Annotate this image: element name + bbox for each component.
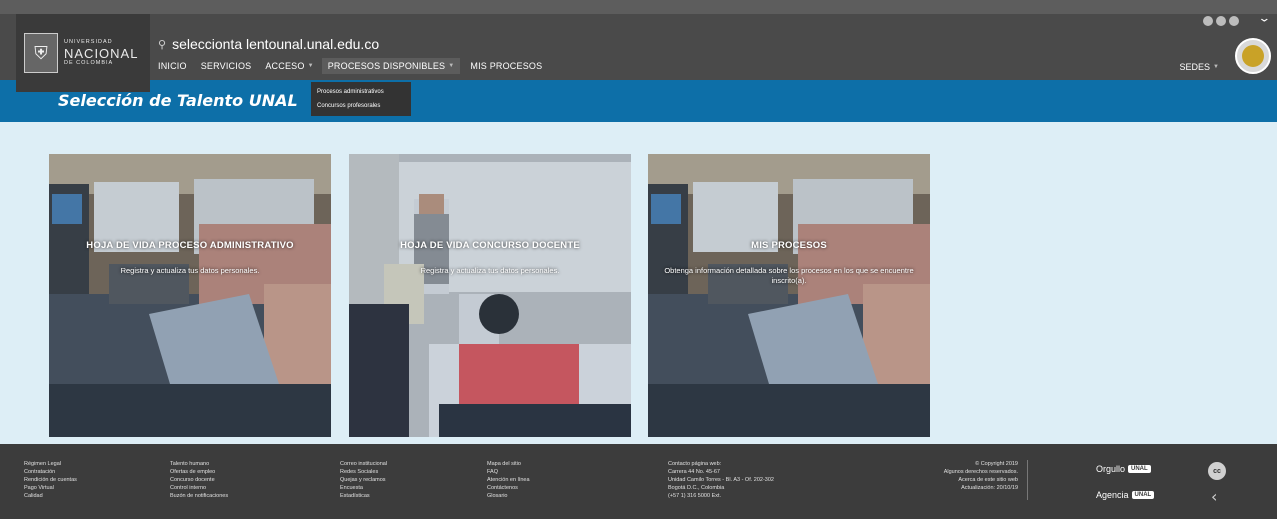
caret-down-icon: ▼: [1213, 64, 1219, 70]
footer-link[interactable]: Glosario: [487, 492, 530, 500]
copyright-line: © Copyright 2019: [975, 461, 1018, 467]
creative-commons-icon[interactable]: cc: [1208, 462, 1226, 480]
card-proceso-administrativo[interactable]: HOJA DE VIDA PROCESO ADMINISTRATIVO Regi…: [49, 154, 331, 437]
nav-item-mis-procesos[interactable]: MIS PROCESOS: [470, 61, 542, 71]
footer-copyright: © Copyright 2019 Algunos derechos reserv…: [940, 460, 1018, 492]
contact-line: Contacto página web:: [668, 461, 722, 467]
card-title: MIS PROCESOS: [751, 240, 827, 251]
footer-link[interactable]: Ofertas de empleo: [170, 468, 228, 476]
footer-link[interactable]: Buzón de notificaciones: [170, 492, 228, 500]
agencia-unal-link[interactable]: Agencia UNAL: [1096, 490, 1155, 500]
dropdown-item-procesos-administrativos[interactable]: Procesos administrativos: [311, 85, 411, 99]
shield-icon: ⛨: [24, 33, 58, 73]
footer-link[interactable]: Control interno: [170, 484, 228, 492]
card-description: Registra y actualiza tus datos personale…: [420, 266, 560, 275]
colombia-coat-of-arms-icon[interactable]: [1235, 38, 1271, 74]
unal-badge: UNAL: [1128, 465, 1151, 473]
header-top-strip: [0, 0, 1277, 14]
footer-link[interactable]: Redes Sociales: [340, 468, 387, 476]
twitter-icon[interactable]: [1216, 16, 1226, 26]
page: ⛨ UNIVERSIDAD NACIONAL DE COLOMBIA ⚲ sel…: [0, 0, 1277, 519]
copyright-line[interactable]: Acerca de este sitio web: [940, 476, 1018, 484]
page-title: Selección de Talento UNAL: [58, 91, 298, 110]
footer-column-2: Talento humano Ofertas de empleo Concurs…: [170, 460, 228, 500]
footer-link[interactable]: Encuesta: [340, 484, 387, 492]
footer-link[interactable]: Mapa del sitio: [487, 460, 530, 468]
nav-item-servicios[interactable]: SERVICIOS: [201, 61, 252, 71]
footer-link[interactable]: Estadísticas: [340, 492, 387, 500]
footer-link[interactable]: Rendición de cuentas: [24, 476, 77, 484]
card-title: HOJA DE VIDA CONCURSO DOCENTE: [400, 240, 580, 251]
site-url-wrap: ⚲ seleccionta lentounal.unal.edu.co: [158, 36, 379, 52]
footer-link[interactable]: Talento humano: [170, 460, 228, 468]
footer-link[interactable]: Concurso docente: [170, 476, 228, 484]
footer-link[interactable]: FAQ: [487, 468, 530, 476]
footer-link[interactable]: Pago Virtual: [24, 484, 77, 492]
dropdown-item-concursos-profesorales[interactable]: Concursos profesorales: [311, 99, 411, 113]
caret-down-icon: ▼: [307, 63, 314, 69]
logo-line-1: UNIVERSIDAD: [64, 39, 113, 45]
footer-contact: Contacto página web: Carrera 44 No. 45-6…: [668, 460, 774, 500]
university-logo[interactable]: ⛨ UNIVERSIDAD NACIONAL DE COLOMBIA: [16, 14, 150, 92]
unal-badge: UNAL: [1131, 491, 1155, 499]
footer-divider: [1027, 460, 1028, 500]
footer-column-1: Régimen Legal Contratación Rendición de …: [24, 460, 77, 500]
location-pin-icon: ⚲: [158, 37, 167, 51]
footer-link[interactable]: Quejas y reclamos: [340, 476, 387, 484]
nav-item-inicio[interactable]: INICIO: [158, 61, 187, 71]
footer-link[interactable]: Régimen Legal: [24, 460, 77, 468]
logo-line-2: NACIONAL: [64, 45, 139, 61]
copyright-line: Actualización: 20/10/19: [961, 485, 1018, 491]
main-nav: INICIO SERVICIOS ACCESO ▼ PROCESOS DISPON…: [158, 58, 556, 74]
card-mis-procesos[interactable]: MIS PROCESOS Obtenga información detalla…: [648, 154, 930, 437]
contact-line: Unidad Camilo Torres - Bl. A3 - Of. 202-…: [668, 477, 774, 483]
footer-column-3: Correo institucional Redes Sociales Quej…: [340, 460, 387, 500]
footer-column-4: Mapa del sitio FAQ Atención en línea Con…: [487, 460, 530, 500]
footer-link[interactable]: Contratación: [24, 468, 77, 476]
contact-line: (+57 1) 316 5000 Ext.: [668, 493, 722, 499]
site-url[interactable]: seleccionta lentounal.unal.edu.co: [172, 36, 379, 52]
footer-link[interactable]: Contáctenos: [487, 484, 530, 492]
caret-down-icon: ▼: [448, 63, 455, 69]
facebook-icon[interactable]: [1203, 16, 1213, 26]
back-arrow-icon[interactable]: ‹: [1211, 487, 1217, 506]
card-concurso-docente[interactable]: HOJA DE VIDA CONCURSO DOCENTE Registra y…: [349, 154, 631, 437]
card-description: Registra y actualiza tus datos personale…: [120, 266, 260, 275]
social-icons: [1200, 16, 1239, 26]
footer-link[interactable]: Atención en línea: [487, 476, 530, 484]
contact-line: Bogotá D.C., Colombia: [668, 485, 725, 491]
logo-line-3: DE COLOMBIA: [64, 59, 114, 66]
footer-link[interactable]: Calidad: [24, 492, 77, 500]
card-title: HOJA DE VIDA PROCESO ADMINISTRATIVO: [86, 240, 294, 251]
sedes-menu[interactable]: SEDES ▼: [1180, 62, 1219, 72]
footer-link[interactable]: Correo institucional: [340, 460, 387, 468]
copyright-line: Algunos derechos reservados.: [943, 469, 1018, 475]
card-description: Obtenga información detallada sobre los …: [664, 266, 914, 285]
chevron-down-icon[interactable]: ⌄: [1258, 11, 1271, 24]
youtube-icon[interactable]: [1229, 16, 1239, 26]
procesos-dropdown-menu: Procesos administrativos Concursos profe…: [311, 82, 411, 116]
nav-item-acceso[interactable]: ACCESO ▼: [265, 61, 313, 71]
nav-item-procesos-disponibles[interactable]: PROCESOS DISPONIBLES ▼: [321, 58, 461, 74]
orgullo-unal-link[interactable]: Orgullo UNAL: [1096, 464, 1151, 474]
contact-line: Carrera 44 No. 45-67: [668, 469, 720, 475]
